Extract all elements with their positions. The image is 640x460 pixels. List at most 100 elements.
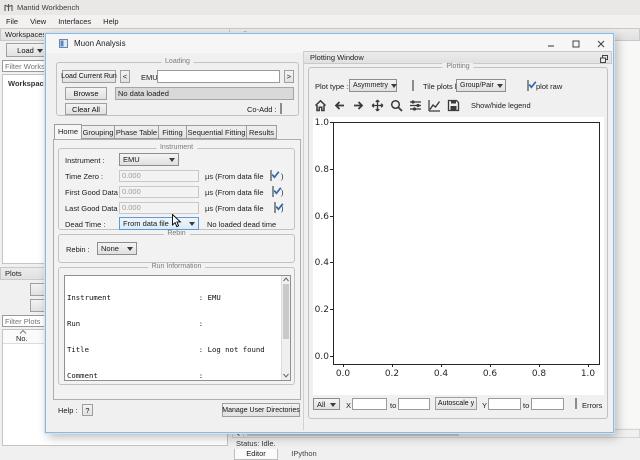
coadd-checkbox[interactable] bbox=[280, 103, 282, 114]
dead-time-note: No loaded dead time bbox=[207, 220, 277, 229]
tab-phase-table[interactable]: Phase Table bbox=[115, 125, 159, 139]
next-run-label: > bbox=[286, 72, 292, 81]
rebin-groupbox: Rebin Rebin : None bbox=[58, 230, 295, 263]
run-info-line: Instrument : EMU bbox=[67, 293, 221, 303]
minimize-button[interactable] bbox=[542, 37, 560, 50]
run-number-input[interactable] bbox=[157, 70, 280, 83]
time-zero-unit-close: ) bbox=[281, 172, 284, 181]
y-max-input[interactable] bbox=[531, 398, 564, 410]
tab-sequential-fitting[interactable]: Sequential Fitting bbox=[187, 125, 247, 139]
plot-raw-label: plot raw bbox=[536, 82, 563, 91]
tile-plots-checkbox[interactable] bbox=[412, 80, 414, 91]
y-tick-mark bbox=[330, 262, 333, 263]
first-good-data-unit: µs (From data file bbox=[205, 188, 264, 197]
plot-toolbar: Show/hide legend bbox=[313, 97, 603, 114]
time-zero-label: Time Zero : bbox=[65, 172, 104, 181]
y-tick-mark bbox=[330, 216, 333, 217]
plotting-groupbox: Plotting Plot type : Asymmetry Tile plot… bbox=[308, 63, 608, 419]
help-button[interactable]: ? bbox=[82, 404, 93, 416]
close-icon bbox=[597, 40, 605, 47]
zoom-icon[interactable] bbox=[389, 98, 404, 113]
first-good-data-from-file-checkbox[interactable] bbox=[272, 186, 282, 197]
menu-interfaces[interactable]: Interfaces bbox=[58, 17, 91, 26]
run-info-line: Run : bbox=[67, 318, 204, 328]
tile-by-combo[interactable]: Group/Pair bbox=[456, 79, 506, 92]
tab-grouping[interactable]: Grouping bbox=[82, 125, 115, 139]
first-good-data-input[interactable]: 0.000 bbox=[119, 186, 199, 198]
y-tick: 1.0 bbox=[314, 118, 329, 128]
x-tick: 0.2 bbox=[384, 369, 400, 379]
plot-type-combo[interactable]: Asymmetry bbox=[349, 79, 397, 92]
time-zero-from-file-checkbox[interactable] bbox=[270, 170, 280, 181]
last-good-data-input[interactable]: 0.000 bbox=[119, 202, 199, 214]
last-good-data-value: 0.000 bbox=[122, 203, 141, 212]
last-good-data-unit: µs (From data file bbox=[205, 204, 264, 213]
bottom-tab-editor[interactable]: Editor bbox=[234, 449, 278, 460]
app-titlebar[interactable]: Mantid Workbench bbox=[0, 0, 640, 16]
y-to-label: to bbox=[523, 401, 530, 410]
plot-raw-checkbox[interactable] bbox=[527, 80, 537, 91]
loaded-file-status: No data loaded bbox=[118, 89, 169, 98]
coadd-label: Co-Add : bbox=[247, 105, 277, 114]
menu-help[interactable]: Help bbox=[103, 17, 118, 26]
instrument-combo[interactable]: EMU bbox=[119, 153, 179, 166]
scroll-up-icon[interactable] bbox=[283, 277, 289, 282]
back-icon[interactable] bbox=[332, 98, 347, 113]
float-icon[interactable] bbox=[600, 55, 608, 63]
show-hide-legend-button[interactable]: Show/hide legend bbox=[471, 101, 531, 110]
last-good-data-label: Last Good Data : bbox=[65, 204, 122, 213]
tab-home[interactable]: Home bbox=[54, 124, 82, 139]
last-good-data-unit-close: ) bbox=[281, 204, 284, 213]
bottom-tab-ipython[interactable]: IPython bbox=[280, 449, 328, 460]
previous-run-button[interactable]: < bbox=[120, 70, 130, 83]
plotting-legend: Plotting bbox=[442, 63, 474, 70]
rebin-combo[interactable]: None bbox=[97, 242, 137, 255]
x-max-input[interactable] bbox=[398, 398, 430, 410]
autoscale-y-label: Autoscale y bbox=[437, 400, 475, 407]
dialog-title: Muon Analysis bbox=[74, 39, 126, 48]
time-zero-input[interactable]: 0.000 bbox=[119, 170, 199, 182]
save-icon[interactable] bbox=[446, 98, 461, 113]
time-zero-unit: µs (From data file bbox=[205, 172, 264, 181]
minimize-icon bbox=[548, 44, 554, 47]
autoscale-y-button[interactable]: Autoscale y bbox=[435, 397, 477, 410]
dialog-window-icon bbox=[59, 39, 68, 48]
tab-fitting[interactable]: Fitting bbox=[159, 125, 187, 139]
run-info-scroll-thumb[interactable] bbox=[283, 284, 289, 339]
manage-user-directories-button[interactable]: Manage User Directories bbox=[222, 403, 300, 417]
first-good-data-unit-close: ) bbox=[281, 188, 284, 197]
y-tick: 0.2 bbox=[314, 305, 329, 315]
tab-results[interactable]: Results bbox=[247, 125, 277, 139]
load-current-run-button[interactable]: Load Current Run bbox=[61, 70, 117, 83]
next-run-button[interactable]: > bbox=[284, 70, 294, 83]
plot-type-value: Asymmetry bbox=[353, 82, 388, 89]
home-icon[interactable] bbox=[313, 98, 328, 113]
x-min-input[interactable] bbox=[352, 398, 387, 410]
forward-icon[interactable] bbox=[351, 98, 366, 113]
x-tick: 0.6 bbox=[482, 369, 498, 379]
plot-canvas[interactable]: 1.0 0.8 0.6 0.4 0.2 0.0 0.0 0.2 0.4 0.6 … bbox=[313, 117, 604, 395]
x-tick-mark bbox=[392, 364, 393, 367]
run-info-scrollbar[interactable] bbox=[281, 276, 290, 380]
plotting-dock-title: Plotting Window bbox=[310, 53, 364, 62]
x-tick-mark bbox=[343, 364, 344, 367]
dead-time-combo-value: From data file bbox=[123, 219, 169, 228]
errors-checkbox[interactable] bbox=[575, 398, 577, 409]
maximize-button[interactable] bbox=[567, 37, 585, 50]
last-good-data-from-file-checkbox[interactable] bbox=[274, 202, 284, 213]
dead-time-combo[interactable]: From data file bbox=[119, 217, 199, 230]
y-tick-mark bbox=[330, 309, 333, 310]
clear-all-button[interactable]: Clear All bbox=[65, 103, 107, 115]
menu-view[interactable]: View bbox=[30, 17, 46, 26]
browse-button[interactable]: Browse bbox=[65, 87, 107, 100]
scroll-down-icon[interactable] bbox=[283, 373, 289, 378]
tile-by-value: Group/Pair bbox=[460, 82, 494, 89]
pan-icon[interactable] bbox=[370, 98, 385, 113]
close-button[interactable] bbox=[592, 37, 610, 50]
first-good-data-label: First Good Data : bbox=[65, 188, 123, 197]
menu-file[interactable]: File bbox=[6, 17, 18, 26]
range-selector-combo[interactable]: All bbox=[313, 398, 340, 410]
y-min-input[interactable] bbox=[488, 398, 521, 410]
subplots-icon[interactable] bbox=[408, 98, 423, 113]
customize-plot-icon[interactable] bbox=[427, 98, 442, 113]
